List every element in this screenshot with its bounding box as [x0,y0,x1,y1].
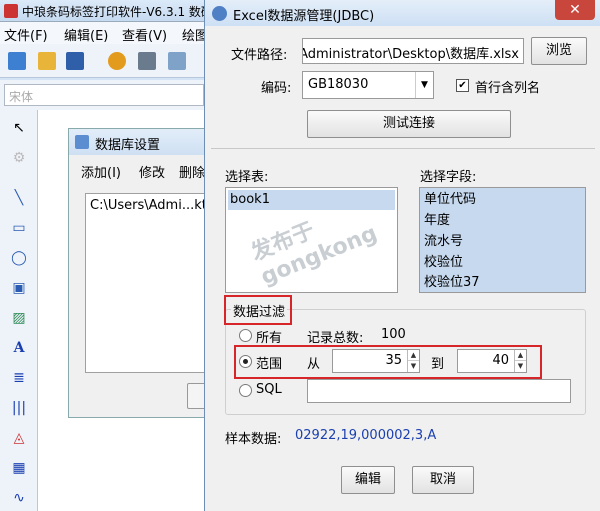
divider [211,148,595,149]
sample-data-label: 样本数据: [225,432,282,447]
range-from-value: 35 [385,353,402,368]
browse-button[interactable]: 浏览 [531,37,587,65]
field-list[interactable]: 单位代码 年度 流水号 校验位 校验位37 [419,187,586,293]
range-from-spinner[interactable]: 35 ▲ ▼ [332,349,420,373]
sql-input[interactable] [307,379,571,403]
range-to-label: 到 [431,357,445,372]
from-spinner-arrows[interactable]: ▲ ▼ [407,350,419,372]
add-menu-item[interactable]: 添加(I) [81,162,121,181]
header-row-label: 首行含列名 [475,81,541,96]
barcode-tool-icon[interactable]: ||| [9,398,29,418]
curve-tool-icon[interactable]: ∿ [9,488,29,508]
range-to-spinner[interactable]: 40 ▲ ▼ [457,349,527,373]
picture-tool-icon[interactable]: ▨ [9,308,29,328]
excel-datasource-dialog: Excel数据源管理(JDBC) ✕ 文件路径: \Administrator\… [204,0,600,511]
field-list-item[interactable]: 流水号 [422,232,463,252]
app-logo-icon [4,4,18,18]
font-select[interactable]: 宋体 [4,84,204,106]
dialog-title: Excel数据源管理(JDBC) [233,9,375,24]
app-title: 中琅条码标签打印软件-V6.3.1 数码 [22,5,213,19]
field-list-item[interactable]: 校验位 [422,253,463,273]
menu-view[interactable]: 查看(V) [122,25,167,44]
menu-edit[interactable]: 编辑(E) [64,25,108,44]
new-file-icon[interactable] [8,52,26,70]
filter-sql-radio[interactable] [239,384,252,397]
left-tool-panel: ↖ ⚙ ╲ ▭ ◯ ▣ ▨ A ≣ ||| ◬ ▦ ∿ [0,110,38,511]
filter-title: 数据过滤 [231,301,288,320]
delete-menu-item[interactable]: 删除 [179,162,205,181]
font-bar: 宋体 [0,80,210,110]
file-path-value: \Administrator\Desktop\数据库.xlsx [302,47,519,62]
filter-range-radio[interactable] [239,355,252,368]
total-records-label: 记录总数: [307,331,364,346]
rotate-tool-icon[interactable]: ⚙ [9,148,29,168]
settings-gear-icon[interactable] [108,52,126,70]
cancel-button[interactable]: 取消 [412,466,474,494]
filter-all-radio[interactable] [239,329,252,342]
file-path-input[interactable]: \Administrator\Desktop\数据库.xlsx [302,38,524,64]
field-list-item[interactable]: 单位代码 [422,190,476,210]
line-tool-icon[interactable]: ╲ [9,188,29,208]
select-fields-label: 选择字段: [420,170,477,185]
filter-all-label: 所有 [256,331,283,346]
range-from-label: 从 [307,357,321,372]
sample-data-value: 02922,19,000002,3,A [295,428,437,443]
ellipse-tool-icon[interactable]: ◯ [9,248,29,268]
text-tool-icon[interactable]: A [9,338,29,358]
encoding-select[interactable]: GB18030 ▼ [302,71,434,99]
database-settings-title-bar: 数据库设置 [69,129,214,155]
filter-sql-label: SQL [256,382,282,397]
rectangle-tool-icon[interactable]: ▭ [9,218,29,238]
rich-text-tool-icon[interactable]: ≣ [9,368,29,388]
datasource-list[interactable]: C:\Users\Admi...kto [85,193,215,373]
dialog-title-bar: Excel数据源管理(JDBC) [205,0,600,26]
total-records-value: 100 [381,327,406,342]
range-to-value: 40 [492,353,509,368]
pointer-tool-icon[interactable]: ↖ [9,118,29,138]
menu-file[interactable]: 文件(F) [4,25,48,44]
chevron-down-icon[interactable]: ▼ [415,72,433,98]
field-list-item[interactable]: 年度 [422,211,450,231]
edit-button[interactable]: 编辑 [341,466,395,494]
preview-icon[interactable] [168,52,186,70]
modify-menu-item[interactable]: 修改 [139,162,165,181]
save-icon[interactable] [66,52,84,70]
encoding-label: 编码: [261,81,292,96]
file-path-label: 文件路径: [231,48,288,63]
shape-tool-icon[interactable]: ◬ [9,428,29,448]
database-icon [75,135,89,149]
dialog-app-icon [212,6,227,21]
qrcode-tool-icon[interactable]: ▦ [9,458,29,478]
datasource-list-item[interactable]: C:\Users\Admi...kto [90,198,215,213]
select-table-label: 选择表: [225,170,269,185]
database-settings-title: 数据库设置 [95,138,161,153]
database-settings-dialog: 数据库设置 添加(I) 修改 删除 C:\Users\Admi...kto [68,128,227,418]
table-list-item[interactable]: book1 [228,190,395,210]
to-spinner-arrows[interactable]: ▲ ▼ [514,350,526,372]
font-select-value: 宋体 [9,90,34,104]
encoding-value: GB18030 [308,77,369,92]
header-row-checkbox[interactable]: ✔ [456,79,469,92]
field-list-item[interactable]: 校验位37 [422,273,480,293]
filter-range-label: 范围 [256,357,283,372]
close-button[interactable]: ✕ [555,0,595,20]
test-connection-button[interactable]: 测试连接 [307,110,511,138]
open-folder-icon[interactable] [38,52,56,70]
print-icon[interactable] [138,52,156,70]
image-tool-icon[interactable]: ▣ [9,278,29,298]
